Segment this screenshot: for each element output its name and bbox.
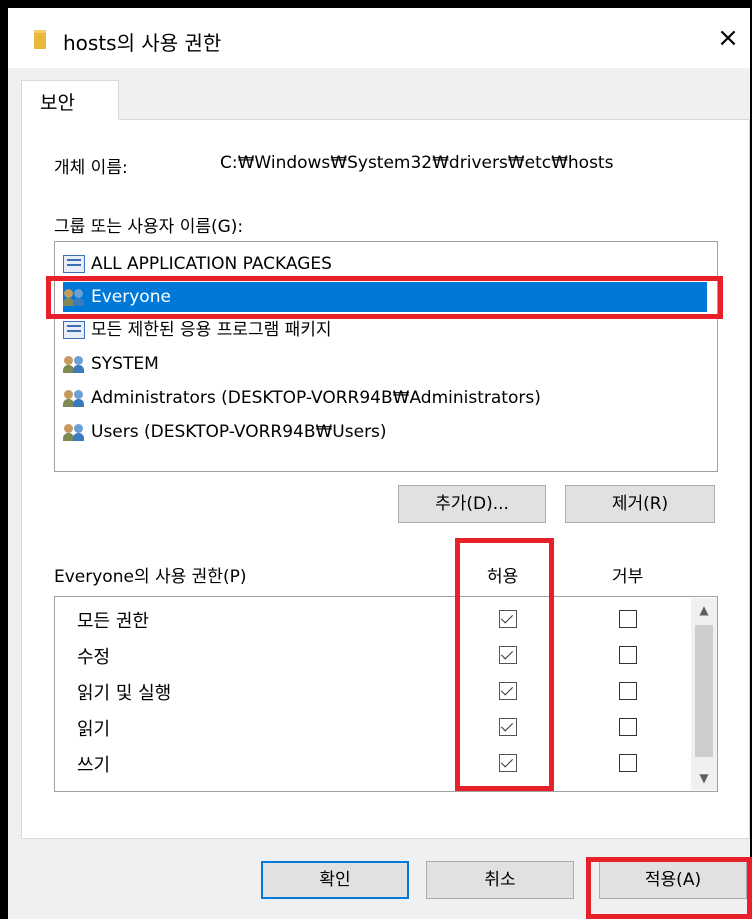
list-item-all-application-packages[interactable]: ALL APPLICATION PACKAGES [63,249,707,279]
remove-button[interactable]: 제거(R) [565,485,715,523]
list-item-label: Everyone [91,287,171,307]
permission-name: 수정 [77,647,111,668]
scroll-up-icon[interactable]: ▲ [691,598,717,622]
scroll-down-icon[interactable]: ▼ [691,766,717,790]
package-icon [63,321,85,339]
list-item-system[interactable]: SYSTEM [63,349,707,379]
allow-checkbox[interactable] [499,646,517,664]
cancel-button[interactable]: 취소 [426,861,574,899]
allow-checkbox[interactable] [499,682,517,700]
allow-checkbox[interactable] [499,754,517,772]
tab-security[interactable]: 보안 [21,80,119,120]
list-item-everyone[interactable]: Everyone [63,282,707,312]
folder-icon [34,30,46,49]
deny-checkbox[interactable] [619,682,637,700]
permission-name: 쓰기 [77,755,111,776]
object-name-label: 개체 이름: [54,158,128,178]
permission-row: 모든 권한 [55,601,685,637]
scroll-thumb[interactable] [695,625,713,757]
list-item-restricted-packages[interactable]: 모든 제한된 응용 프로그램 패키지 [63,315,707,345]
users-icon [63,355,85,373]
allow-checkbox[interactable] [499,718,517,736]
list-item-users[interactable]: Users (DESKTOP-VORR94B₩Users) [63,417,707,447]
list-item-label: ALL APPLICATION PACKAGES [91,254,332,274]
title-bar: hosts의 사용 권한 × [8,8,750,68]
permissions-list: 모든 권한 수정 읽기 및 실행 읽기 쓰기 ▲ ▼ [54,596,718,792]
deny-checkbox[interactable] [619,610,637,628]
permissions-dialog: hosts의 사용 권한 × 보안 개체 이름: C:₩Windows₩Syst… [8,8,750,919]
permission-row: 수정 [55,637,685,673]
add-button[interactable]: 추가(D)... [398,485,546,523]
apply-button[interactable]: 적용(A) [599,861,747,899]
list-item-label: Administrators (DESKTOP-VORR94B₩Administ… [91,388,541,408]
users-icon [63,389,85,407]
users-icon [63,288,85,306]
permission-name: 모든 권한 [77,611,149,632]
deny-checkbox[interactable] [619,646,637,664]
permissions-scrollbar[interactable]: ▲ ▼ [691,598,717,790]
window-title: hosts의 사용 권한 [63,31,222,55]
permission-row: 읽기 [55,709,685,745]
users-icon [63,423,85,441]
list-item-administrators[interactable]: Administrators (DESKTOP-VORR94B₩Administ… [63,383,707,413]
groups-label: 그룹 또는 사용자 이름(G): [54,217,244,237]
allow-checkbox[interactable] [499,610,517,628]
deny-checkbox[interactable] [619,754,637,772]
close-button[interactable]: × [708,20,748,56]
tab-security-label: 보안 [40,92,75,114]
deny-column-header: 거부 [612,567,644,587]
object-path: C:₩Windows₩System32₩drivers₩etc₩hosts [220,153,614,173]
package-icon [63,255,85,273]
ok-button[interactable]: 확인 [261,861,409,899]
group-user-list[interactable]: ALL APPLICATION PACKAGES Everyone 모든 제한된… [54,241,718,472]
list-item-label: 모든 제한된 응용 프로그램 패키지 [91,320,332,340]
allow-column-header: 허용 [487,567,519,587]
permissions-label: Everyone의 사용 권한(P) [54,567,247,587]
permission-name: 읽기 [77,719,111,740]
permission-name: 읽기 및 실행 [77,683,172,704]
permission-row: 쓰기 [55,745,685,781]
list-item-label: SYSTEM [91,354,159,374]
deny-checkbox[interactable] [619,718,637,736]
permission-row: 읽기 및 실행 [55,673,685,709]
list-item-label: Users (DESKTOP-VORR94B₩Users) [91,422,387,442]
